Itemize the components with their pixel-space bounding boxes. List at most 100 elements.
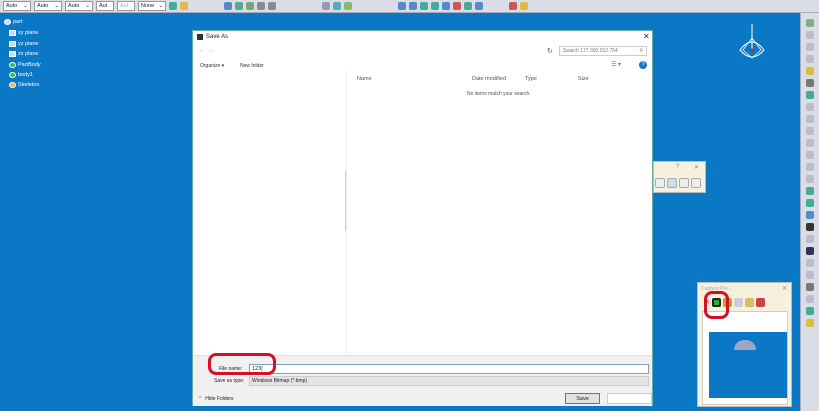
tool-icon[interactable] <box>246 2 254 10</box>
tool-icon[interactable] <box>431 2 439 10</box>
help-button[interactable]: ? <box>639 61 647 69</box>
tool-icon[interactable] <box>806 307 814 315</box>
save-type-select[interactable]: Windows Bitmap (*.bmp) <box>249 376 649 386</box>
close-button[interactable]: ✕ <box>694 164 699 171</box>
tool-icon[interactable] <box>806 175 814 183</box>
tool-icon[interactable] <box>806 223 814 231</box>
graphic-select-3[interactable]: Auto ⌄ <box>65 1 93 11</box>
copy-icon[interactable] <box>733 298 743 307</box>
tool-icon[interactable] <box>333 2 341 10</box>
tool-icon[interactable] <box>442 2 450 10</box>
tree-item-zx-plane[interactable]: zx plane <box>9 51 39 57</box>
tool-icon[interactable] <box>398 2 406 10</box>
tool-icon[interactable] <box>409 2 417 10</box>
tree-item-body1[interactable]: body1 <box>9 72 33 78</box>
options-icon[interactable] <box>744 298 754 307</box>
album-icon[interactable] <box>755 298 765 307</box>
tool-icon[interactable] <box>806 271 814 279</box>
search-input[interactable]: Search 177.300.012.754 ⚲ <box>559 46 647 56</box>
save-button[interactable]: Save <box>565 393 600 404</box>
tool-icon[interactable] <box>806 31 814 39</box>
tool-icon[interactable] <box>806 151 814 159</box>
file-list[interactable]: Name Date modified Type Size No items ma… <box>346 70 653 355</box>
tool-icon[interactable] <box>475 2 483 10</box>
file-name-input[interactable]: 123| <box>249 364 649 374</box>
organize-button[interactable]: Organize ▾ <box>200 63 224 69</box>
tool-icon[interactable] <box>453 2 461 10</box>
tool-icon[interactable] <box>691 178 701 188</box>
select-value: None <box>141 3 155 9</box>
close-button[interactable]: ✕ <box>782 285 787 292</box>
graphic-select-6[interactable]: None ⌄ <box>138 1 166 11</box>
tool-icon[interactable] <box>806 115 814 123</box>
tool-icon[interactable] <box>806 199 814 207</box>
view-options-button[interactable]: ☰ ▾ <box>611 61 621 68</box>
select-value: Aut <box>120 3 129 9</box>
tool-icon[interactable] <box>509 2 517 10</box>
tool-icon[interactable] <box>806 283 814 291</box>
tool-icon[interactable] <box>655 178 665 188</box>
close-button[interactable]: ✕ <box>643 32 650 41</box>
column-size[interactable]: Size <box>578 76 589 82</box>
select-value: Aut <box>99 3 108 9</box>
refresh-button[interactable]: ↻ <box>547 47 553 55</box>
tool-icon[interactable] <box>806 319 814 327</box>
new-folder-button[interactable]: New folder <box>240 63 264 69</box>
tree-item-yz-plane[interactable]: yz plane <box>9 41 39 47</box>
tool-icon[interactable] <box>806 259 814 267</box>
top-toolbar: Auto ⌄ Auto ⌄ Auto ⌄ Aut Aut None ⌄ <box>0 0 819 13</box>
graphic-select-1[interactable]: Auto ⌄ <box>3 1 31 11</box>
tool-icon[interactable] <box>806 139 814 147</box>
column-name[interactable]: Name <box>357 76 372 82</box>
empty-message: No items match your search. <box>467 91 531 97</box>
tool-icon[interactable] <box>679 178 689 188</box>
tree-item-skeleton[interactable]: Skeleton <box>9 82 39 88</box>
tree-item-part[interactable]: part <box>4 19 22 25</box>
tool-icon[interactable] <box>169 2 177 10</box>
tool-icon[interactable] <box>806 103 814 111</box>
tool-icon[interactable] <box>322 2 330 10</box>
column-type[interactable]: Type <box>525 76 537 82</box>
tool-icon[interactable] <box>464 2 472 10</box>
tree-item-partbody[interactable]: PartBody <box>9 62 41 68</box>
tool-icon[interactable] <box>806 55 814 63</box>
tree-label: part <box>13 19 23 25</box>
column-date-modified[interactable]: Date modified <box>472 76 506 82</box>
tool-icon[interactable] <box>806 235 814 243</box>
hide-folders-button[interactable]: ⌃ Hide Folders <box>198 396 234 402</box>
save-type-value: Windows Bitmap (*.bmp) <box>252 378 308 384</box>
cancel-button[interactable] <box>607 393 652 404</box>
help-button[interactable]: ? <box>676 164 679 170</box>
compass-icon[interactable] <box>738 24 766 64</box>
tool-icon[interactable] <box>224 2 232 10</box>
tool-icon[interactable] <box>806 67 814 75</box>
graphic-select-4[interactable]: Aut <box>96 1 114 11</box>
navigation-pane[interactable] <box>193 70 346 355</box>
tool-icon[interactable] <box>667 178 677 188</box>
tool-icon[interactable] <box>806 211 814 219</box>
tool-icon[interactable] <box>806 19 814 27</box>
graphic-select-2[interactable]: Auto ⌄ <box>34 1 62 11</box>
tool-icon[interactable] <box>806 79 814 87</box>
tool-icon[interactable] <box>806 247 814 255</box>
tool-icon[interactable] <box>420 2 428 10</box>
tool-icon[interactable] <box>257 2 265 10</box>
tree-item-xy-plane[interactable]: xy plane <box>9 30 39 36</box>
tool-icon[interactable] <box>806 295 814 303</box>
tool-icon[interactable] <box>235 2 243 10</box>
graphic-select-5[interactable]: Aut <box>117 1 135 11</box>
tool-icon[interactable] <box>806 43 814 51</box>
tool-icon[interactable] <box>806 127 814 135</box>
tool-icon[interactable] <box>806 91 814 99</box>
tool-icon[interactable] <box>180 2 188 10</box>
tool-icon[interactable] <box>806 163 814 171</box>
tool-icon[interactable] <box>806 187 814 195</box>
select-value: Auto <box>37 3 49 9</box>
dialog-app-icon <box>197 34 203 40</box>
tool-icon[interactable] <box>344 2 352 10</box>
tool-icon[interactable] <box>268 2 276 10</box>
select-value: Auto <box>68 3 80 9</box>
back-button[interactable]: ← → <box>198 47 214 54</box>
save-type-label: Save as type: <box>214 378 245 384</box>
tool-icon[interactable] <box>520 2 528 10</box>
